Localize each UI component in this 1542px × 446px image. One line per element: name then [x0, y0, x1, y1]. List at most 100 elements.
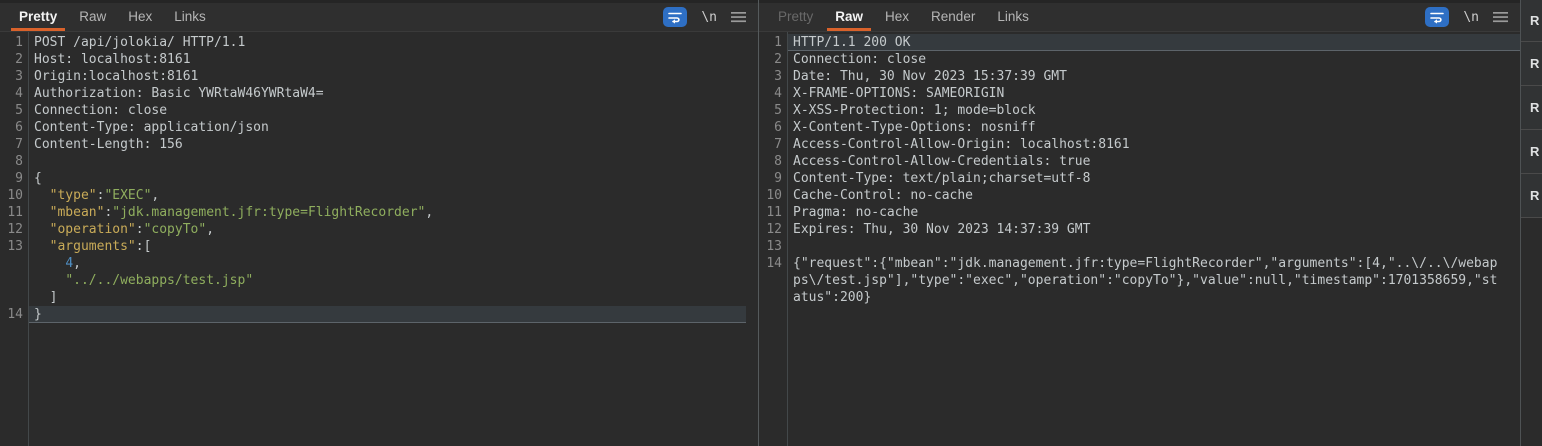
code-text[interactable]: Content-Length: 156	[28, 136, 746, 153]
inspector-collapsed-section[interactable]: R	[1521, 86, 1542, 130]
code-text[interactable]: Authorization: Basic YWRtaW46YWRtaW4=	[28, 85, 746, 102]
code-text[interactable]: Connection: close	[28, 102, 746, 119]
tab-hex[interactable]: Hex	[126, 3, 154, 31]
code-line: 2Host: localhost:8161	[0, 51, 746, 68]
gutter-divider	[787, 32, 788, 446]
code-line: 7Content-Length: 156	[0, 136, 746, 153]
code-text[interactable]: "arguments":[	[28, 238, 746, 255]
code-text[interactable]	[787, 238, 1520, 255]
line-number: 12	[0, 221, 28, 238]
code-line: 5X-XSS-Protection: 1; mode=block	[759, 102, 1520, 119]
code-text[interactable]: Cache-Control: no-cache	[787, 187, 1520, 204]
code-text[interactable]: Date: Thu, 30 Nov 2023 15:37:39 GMT	[787, 68, 1520, 85]
tab-links[interactable]: Links	[172, 3, 208, 31]
request-toolbar: \n	[663, 7, 758, 27]
code-text[interactable]	[28, 153, 746, 170]
request-editor[interactable]: 1POST /api/jolokia/ HTTP/1.12Host: local…	[0, 32, 758, 446]
code-text[interactable]: Expires: Thu, 30 Nov 2023 14:37:39 GMT	[787, 221, 1520, 238]
word-wrap-toggle-button[interactable]	[1425, 7, 1449, 27]
code-text[interactable]: X-Content-Type-Options: nosniff	[787, 119, 1520, 136]
code-text[interactable]: }	[28, 306, 746, 323]
code-line: 14{"request":{"mbean":"jdk.management.jf…	[759, 255, 1520, 306]
code-text[interactable]: Content-Type: text/plain;charset=utf-8	[787, 170, 1520, 187]
word-wrap-toggle-button[interactable]	[663, 7, 687, 27]
code-text[interactable]: X-FRAME-OPTIONS: SAMEORIGIN	[787, 85, 1520, 102]
code-text[interactable]: Origin:localhost:8161	[28, 68, 746, 85]
code-line: ]	[0, 289, 746, 306]
code-line: 14}	[0, 306, 746, 323]
response-tabs: Pretty Raw Hex Render Links	[767, 3, 1040, 31]
tab-links[interactable]: Links	[995, 3, 1031, 31]
code-text[interactable]: ]	[28, 289, 746, 306]
code-text[interactable]: "operation":"copyTo",	[28, 221, 746, 238]
code-text[interactable]: "../../webapps/test.jsp"	[28, 272, 746, 289]
code-text[interactable]: Access-Control-Allow-Credentials: true	[787, 153, 1520, 170]
tab-hex[interactable]: Hex	[883, 3, 911, 31]
http-message-viewer: Pretty Raw Hex Links \n	[0, 0, 1542, 446]
code-line: 8	[0, 153, 746, 170]
code-text[interactable]: Connection: close	[787, 51, 1520, 68]
code-line: 6X-Content-Type-Options: nosniff	[759, 119, 1520, 136]
inspector-collapsed-strip: RRRRR	[1521, 0, 1542, 446]
code-text[interactable]: 4,	[28, 255, 746, 272]
code-text[interactable]: "mbean":"jdk.management.jfr:type=FlightR…	[28, 204, 746, 221]
line-number: 5	[759, 102, 787, 119]
code-line: 6Content-Type: application/json	[0, 119, 746, 136]
line-number: 9	[759, 170, 787, 187]
line-number: 13	[759, 238, 787, 255]
tab-pretty[interactable]: Pretty	[17, 3, 59, 31]
line-number: 2	[759, 51, 787, 68]
code-line: "../../webapps/test.jsp"	[0, 272, 746, 289]
line-number: 1	[0, 34, 28, 51]
code-line: 1POST /api/jolokia/ HTTP/1.1	[0, 34, 746, 51]
editor-menu-button[interactable]	[1493, 11, 1508, 23]
code-text[interactable]: Access-Control-Allow-Origin: localhost:8…	[787, 136, 1520, 153]
newline-toggle-button[interactable]: \n	[1463, 10, 1479, 25]
code-text[interactable]: HTTP/1.1 200 OK	[787, 34, 1520, 51]
code-text[interactable]: Pragma: no-cache	[787, 204, 1520, 221]
tab-render[interactable]: Render	[929, 3, 977, 31]
line-number: 4	[759, 85, 787, 102]
code-text[interactable]: X-XSS-Protection: 1; mode=block	[787, 102, 1520, 119]
hamburger-menu-icon	[1493, 11, 1508, 23]
tab-raw[interactable]: Raw	[833, 3, 865, 31]
editor-menu-button[interactable]	[731, 11, 746, 23]
line-number: 10	[759, 187, 787, 204]
code-text[interactable]: {	[28, 170, 746, 187]
inspector-collapsed-section[interactable]: R	[1521, 42, 1542, 86]
code-text[interactable]: POST /api/jolokia/ HTTP/1.1	[28, 34, 746, 51]
inspector-collapsed-section[interactable]: R	[1521, 174, 1542, 218]
code-line: 7Access-Control-Allow-Origin: localhost:…	[759, 136, 1520, 153]
line-number: 14	[0, 306, 28, 323]
line-number: 2	[0, 51, 28, 68]
line-number: 3	[759, 68, 787, 85]
tab-pretty[interactable]: Pretty	[776, 3, 815, 31]
tab-raw[interactable]: Raw	[77, 3, 108, 31]
line-number: 1	[759, 34, 787, 51]
response-editor[interactable]: 1HTTP/1.1 200 OK2Connection: close3Date:…	[759, 32, 1520, 446]
code-text[interactable]: {"request":{"mbean":"jdk.management.jfr:…	[787, 255, 1497, 306]
line-number: 8	[759, 153, 787, 170]
line-number: 7	[759, 136, 787, 153]
inspector-collapsed-section[interactable]: R	[1521, 0, 1542, 42]
line-number: 3	[0, 68, 28, 85]
line-number: 8	[0, 153, 28, 170]
code-line: 4Authorization: Basic YWRtaW46YWRtaW4=	[0, 85, 746, 102]
line-number: 11	[759, 204, 787, 221]
code-text[interactable]: Host: localhost:8161	[28, 51, 746, 68]
code-line: 9{	[0, 170, 746, 187]
code-text[interactable]: Content-Type: application/json	[28, 119, 746, 136]
line-number: 12	[759, 221, 787, 238]
code-line: 4X-FRAME-OPTIONS: SAMEORIGIN	[759, 85, 1520, 102]
code-text[interactable]: "type":"EXEC",	[28, 187, 746, 204]
inspector-strip-filler	[1521, 218, 1542, 446]
request-tabbar: Pretty Raw Hex Links \n	[0, 0, 758, 32]
line-number: 10	[0, 187, 28, 204]
gutter-divider	[28, 32, 29, 446]
inspector-collapsed-section[interactable]: R	[1521, 130, 1542, 174]
newline-toggle-button[interactable]: \n	[701, 10, 717, 25]
code-line: 13	[759, 238, 1520, 255]
line-number: 4	[0, 85, 28, 102]
code-line: 8Access-Control-Allow-Credentials: true	[759, 153, 1520, 170]
request-panel: Pretty Raw Hex Links \n	[0, 0, 758, 446]
